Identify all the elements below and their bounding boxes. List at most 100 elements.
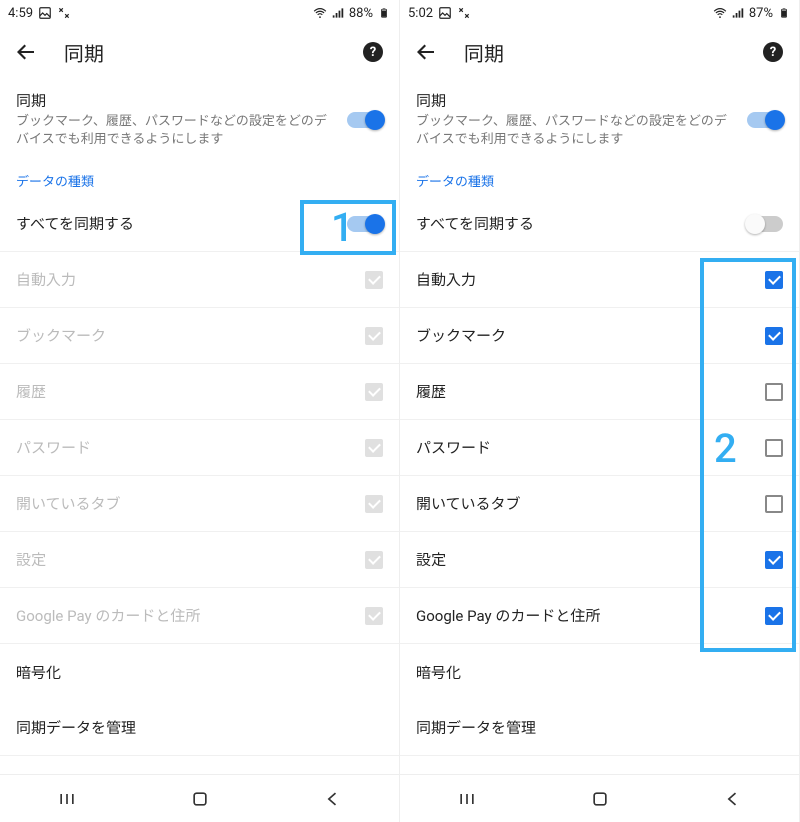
sync-all-toggle[interactable] [347,216,383,232]
sync-all-toggle[interactable] [747,216,783,232]
screen-left: 4:59 88% 同期 ? [0,0,400,822]
item-label: パスワード [16,437,91,458]
checkbox [365,607,383,625]
item-label: 設定 [416,549,446,570]
recents-button[interactable] [56,788,78,810]
encryption-row[interactable]: 暗号化 [0,644,399,700]
sync-all-row[interactable]: すべてを同期する [400,196,799,252]
tools-icon [457,6,471,20]
checkbox [365,495,383,513]
status-time: 4:59 [8,6,33,21]
status-bar: 4:59 88% [0,0,399,26]
page-title: 同期 [64,38,335,67]
help-button[interactable]: ? [359,38,387,66]
item-label: Google Pay のカードと住所 [16,605,200,626]
checkbox[interactable] [765,607,783,625]
checkbox [365,383,383,401]
manage-label: 同期データを管理 [16,717,136,738]
list-item: 自動入力 [0,252,399,308]
status-bar: 5:02 87% [400,0,799,26]
back-nav-button[interactable] [722,788,744,810]
sync-all-row[interactable]: すべてを同期する [0,196,399,252]
list-item: 履歴 [0,364,399,420]
list-item[interactable]: パスワード [400,420,799,476]
list-item: Google Pay のカードと住所 [0,588,399,644]
home-button[interactable] [589,788,611,810]
help-icon: ? [363,42,383,62]
tools-icon [57,6,71,20]
item-label: ブックマーク [16,325,106,346]
sync-master-row: 同期 ブックマーク、履歴、パスワードなどの設定をどのデバイスでも利用できるように… [0,78,399,163]
list-item[interactable]: Google Pay のカードと住所 [400,588,799,644]
back-nav-button[interactable] [322,788,344,810]
item-label: 設定 [16,549,46,570]
checkbox[interactable] [765,383,783,401]
manage-sync-data-row[interactable]: 同期データを管理 [400,700,799,756]
sync-master-toggle[interactable] [747,112,783,128]
item-label: 履歴 [16,381,46,402]
checkbox [365,271,383,289]
checkbox [365,551,383,569]
sync-title: 同期 [16,90,333,111]
data-type-list: 自動入力 ブックマーク 履歴 パスワード 開いているタブ 設定 Google P… [0,252,399,644]
list-item: ブックマーク [0,308,399,364]
status-time: 5:02 [408,6,433,21]
checkbox [365,439,383,457]
manage-sync-data-row[interactable]: 同期データを管理 [0,700,399,756]
wifi-icon [713,6,727,20]
data-type-list: 自動入力 ブックマーク 履歴 パスワード 開いているタブ 設定 Google P… [400,252,799,644]
image-icon [438,6,452,20]
sync-master-row: 同期 ブックマーク、履歴、パスワードなどの設定をどのデバイスでも利用できるように… [400,78,799,163]
sync-all-label: すべてを同期する [16,213,134,234]
checkbox[interactable] [765,439,783,457]
sync-desc: ブックマーク、履歴、パスワードなどの設定をどのデバイスでも利用できるようにします [416,113,733,149]
item-label: 自動入力 [16,269,76,290]
encryption-row[interactable]: 暗号化 [400,644,799,700]
list-item: 設定 [0,532,399,588]
image-icon [38,6,52,20]
help-icon: ? [763,42,783,62]
wifi-icon [313,6,327,20]
list-item[interactable]: 自動入力 [400,252,799,308]
list-item[interactable]: ブックマーク [400,308,799,364]
checkbox[interactable] [765,551,783,569]
list-item: 開いているタブ [0,476,399,532]
back-button[interactable] [12,38,40,66]
sync-desc: ブックマーク、履歴、パスワードなどの設定をどのデバイスでも利用できるようにします [16,113,333,149]
item-label: 開いているタブ [416,493,521,514]
checkbox [365,327,383,345]
status-battery-pct: 88% [349,6,373,21]
list-item[interactable]: 履歴 [400,364,799,420]
android-nav-bar [400,774,799,822]
sync-master-toggle[interactable] [347,112,383,128]
help-button[interactable]: ? [759,38,787,66]
encryption-label: 暗号化 [416,662,461,683]
checkbox[interactable] [765,327,783,345]
home-button[interactable] [189,788,211,810]
sync-title: 同期 [416,90,733,111]
item-label: ブックマーク [416,325,506,346]
battery-icon [377,6,391,20]
list-item[interactable]: 設定 [400,532,799,588]
list-item: パスワード [0,420,399,476]
sync-all-label: すべてを同期する [416,213,534,234]
back-button[interactable] [412,38,440,66]
item-label: 開いているタブ [16,493,121,514]
status-battery-pct: 87% [749,6,773,21]
list-item[interactable]: 開いているタブ [400,476,799,532]
recents-button[interactable] [456,788,478,810]
manage-label: 同期データを管理 [416,717,536,738]
signal-icon [331,6,345,20]
topbar: 同期 ? [400,26,799,78]
android-nav-bar [0,774,399,822]
checkbox[interactable] [765,271,783,289]
data-types-label: データの種類 [0,163,399,196]
topbar: 同期 ? [0,26,399,78]
battery-icon [777,6,791,20]
item-label: Google Pay のカードと住所 [416,605,600,626]
item-label: パスワード [416,437,491,458]
item-label: 履歴 [416,381,446,402]
encryption-label: 暗号化 [16,662,61,683]
signal-icon [731,6,745,20]
checkbox[interactable] [765,495,783,513]
